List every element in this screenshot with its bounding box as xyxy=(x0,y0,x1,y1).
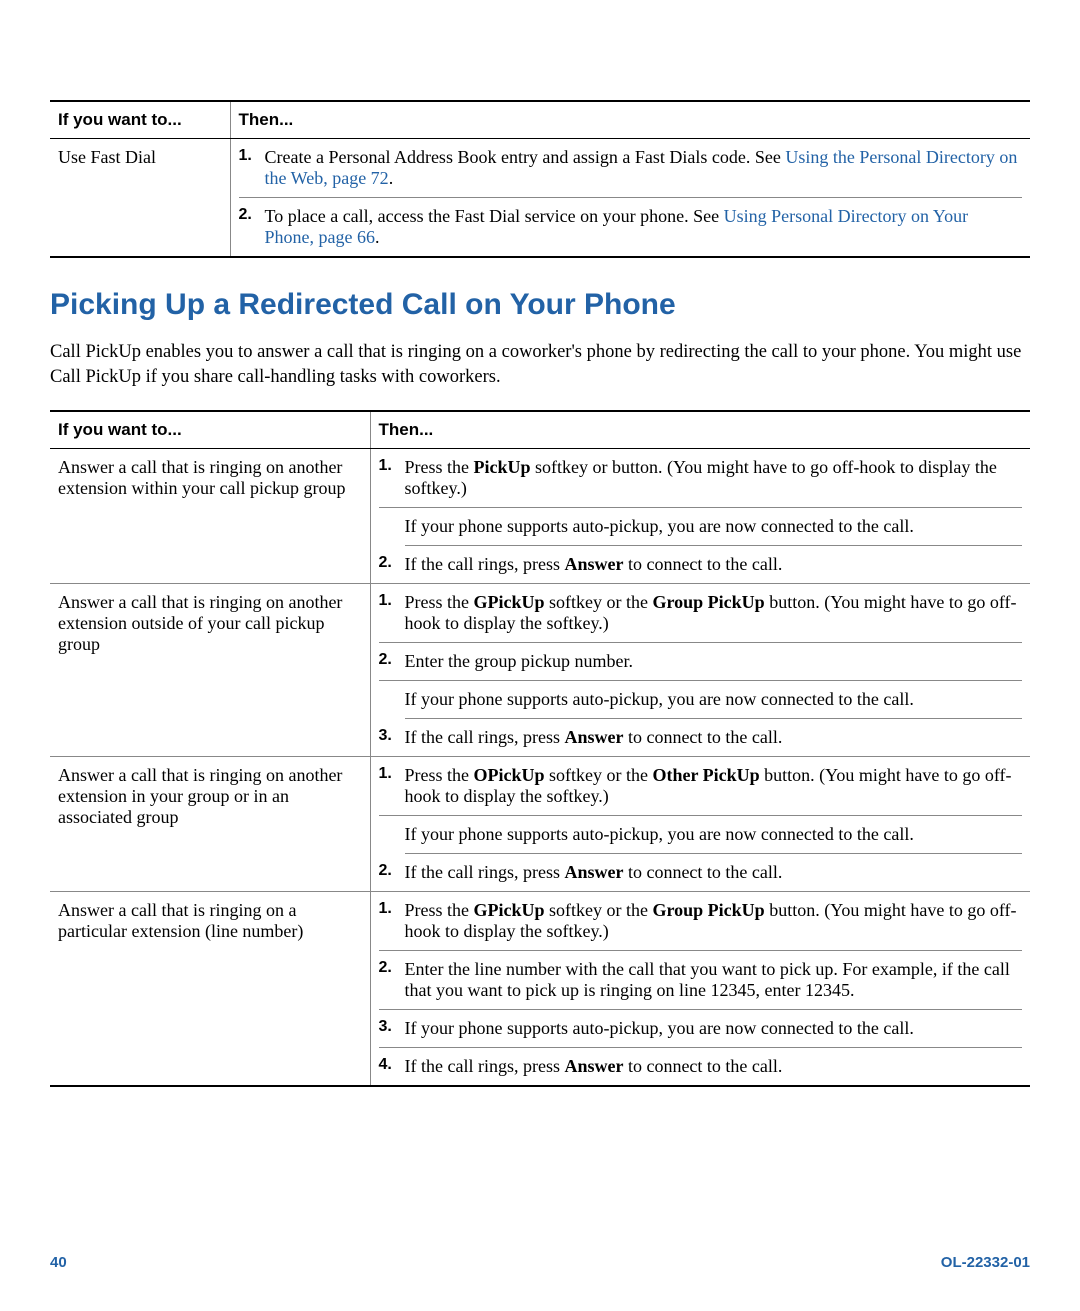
emphasis: Answer xyxy=(564,1056,623,1076)
step-item: 3.If the call rings, press Answer to con… xyxy=(379,727,1023,748)
then-cell: 1.Press the GPickUp softkey or the Group… xyxy=(370,583,1030,756)
step-number: 2. xyxy=(379,651,405,672)
step-number: 1. xyxy=(379,765,405,807)
section-heading: Picking Up a Redirected Call on Your Pho… xyxy=(50,288,1030,322)
step-number: 1. xyxy=(379,457,405,499)
step-number: 2. xyxy=(379,959,405,1001)
emphasis: OPickUp xyxy=(474,765,545,785)
step-number: 3. xyxy=(379,727,405,748)
step-text: Enter the line number with the call that… xyxy=(405,959,1023,1001)
step-item: 2.Enter the group pickup number. xyxy=(379,651,1023,681)
step-number: 2. xyxy=(379,862,405,883)
then-cell: 1.Press the PickUp softkey or button. (Y… xyxy=(370,448,1030,583)
emphasis: Answer xyxy=(564,727,623,747)
step-number: 1. xyxy=(239,147,265,189)
then-cell: 1.Press the GPickUp softkey or the Group… xyxy=(370,891,1030,1086)
step-text: Press the GPickUp softkey or the Group P… xyxy=(405,592,1023,634)
step-number: 2. xyxy=(379,554,405,575)
step-item: 3.If your phone supports auto-pickup, yo… xyxy=(379,1018,1023,1048)
then-cell: 1.Press the OPickUp softkey or the Other… xyxy=(370,756,1030,891)
step-number: 2. xyxy=(239,206,265,248)
emphasis: GPickUp xyxy=(474,900,545,920)
step-number: 3. xyxy=(379,1018,405,1039)
step-text: If the call rings, press Answer to conne… xyxy=(405,554,1023,575)
step-item: 2.Enter the line number with the call th… xyxy=(379,959,1023,1010)
step-text: If the call rings, press Answer to conne… xyxy=(405,1056,1023,1077)
table-row: Use Fast Dial1.Create a Personal Address… xyxy=(50,139,1030,258)
then-cell: 1.Create a Personal Address Book entry a… xyxy=(230,139,1030,258)
step-text: To place a call, access the Fast Dial se… xyxy=(265,206,1023,248)
cross-reference-link[interactable]: Using Personal Directory on Your Phone, … xyxy=(265,206,969,247)
step-item: 1.Press the PickUp softkey or button. (Y… xyxy=(379,457,1023,508)
emphasis: Other PickUp xyxy=(653,765,760,785)
step-text: Press the GPickUp softkey or the Group P… xyxy=(405,900,1023,942)
table1-header-want: If you want to... xyxy=(50,101,230,139)
emphasis: Group PickUp xyxy=(653,592,765,612)
step-number: 4. xyxy=(379,1056,405,1077)
step-text: Create a Personal Address Book entry and… xyxy=(265,147,1023,189)
step-text: Press the PickUp softkey or button. (You… xyxy=(405,457,1023,499)
step-item: 2.To place a call, access the Fast Dial … xyxy=(239,206,1023,248)
want-cell: Answer a call that is ringing on another… xyxy=(50,583,370,756)
step-text: Press the OPickUp softkey or the Other P… xyxy=(405,765,1023,807)
want-cell: Answer a call that is ringing on another… xyxy=(50,448,370,583)
page-footer: 40 OL-22332-01 xyxy=(50,1254,1030,1271)
step-sub: If your phone supports auto-pickup, you … xyxy=(405,516,1023,546)
document-id: OL-22332-01 xyxy=(941,1254,1030,1271)
step-item: 2.If the call rings, press Answer to con… xyxy=(379,862,1023,883)
step-item: 1.Press the GPickUp softkey or the Group… xyxy=(379,592,1023,643)
step-number: 1. xyxy=(379,592,405,634)
emphasis: Answer xyxy=(564,862,623,882)
step-number: 1. xyxy=(379,900,405,942)
table2-header-then: Then... xyxy=(370,411,1030,449)
emphasis: Group PickUp xyxy=(653,900,765,920)
want-cell: Answer a call that is ringing on another… xyxy=(50,756,370,891)
step-text: Enter the group pickup number. xyxy=(405,651,1023,672)
step-text: If the call rings, press Answer to conne… xyxy=(405,862,1023,883)
pickup-table: If you want to... Then... Answer a call … xyxy=(50,410,1030,1087)
step-sub: If your phone supports auto-pickup, you … xyxy=(405,689,1023,719)
page-number: 40 xyxy=(50,1254,67,1271)
cross-reference-link[interactable]: Using the Personal Directory on the Web,… xyxy=(265,147,1018,188)
table1-header-then: Then... xyxy=(230,101,1030,139)
step-item: 4.If the call rings, press Answer to con… xyxy=(379,1056,1023,1077)
emphasis: GPickUp xyxy=(474,592,545,612)
step-item: 1.Press the GPickUp softkey or the Group… xyxy=(379,900,1023,951)
table-row: Answer a call that is ringing on another… xyxy=(50,756,1030,891)
emphasis: Answer xyxy=(564,554,623,574)
table-row: Answer a call that is ringing on another… xyxy=(50,448,1030,583)
step-item: 1.Create a Personal Address Book entry a… xyxy=(239,147,1023,198)
table-row: Answer a call that is ringing on another… xyxy=(50,583,1030,756)
want-cell: Answer a call that is ringing on a parti… xyxy=(50,891,370,1086)
intro-paragraph: Call PickUp enables you to answer a call… xyxy=(50,340,1030,390)
table2-header-want: If you want to... xyxy=(50,411,370,449)
want-cell: Use Fast Dial xyxy=(50,139,230,258)
table-row: Answer a call that is ringing on a parti… xyxy=(50,891,1030,1086)
step-item: 2.If the call rings, press Answer to con… xyxy=(379,554,1023,575)
emphasis: PickUp xyxy=(474,457,531,477)
fast-dial-table: If you want to... Then... Use Fast Dial1… xyxy=(50,100,1030,258)
step-text: If the call rings, press Answer to conne… xyxy=(405,727,1023,748)
step-text: If your phone supports auto-pickup, you … xyxy=(405,1018,1023,1039)
step-sub: If your phone supports auto-pickup, you … xyxy=(405,824,1023,854)
step-item: 1.Press the OPickUp softkey or the Other… xyxy=(379,765,1023,816)
